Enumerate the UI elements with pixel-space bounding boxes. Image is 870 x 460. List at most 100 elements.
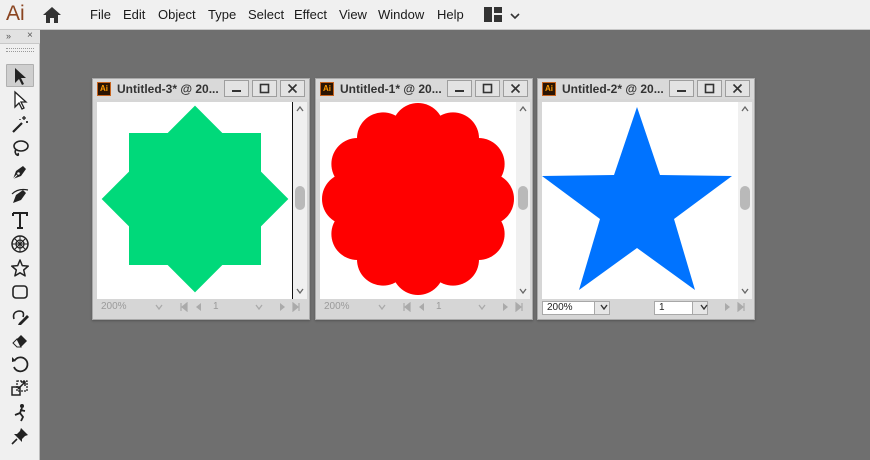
scalloped-circle-shape[interactable] — [320, 102, 516, 299]
menu-type[interactable]: Type — [208, 7, 236, 22]
shaper-tool[interactable] — [6, 304, 34, 327]
direct-selection-arrow-icon — [14, 90, 28, 110]
selection-arrow-icon — [15, 67, 26, 85]
rectangle-tool[interactable] — [6, 280, 34, 303]
shaper-pencil-icon — [12, 309, 29, 325]
selection-tool[interactable] — [6, 64, 34, 87]
window-titlebar[interactable]: Ai Untitled-3* @ 20... — [93, 79, 309, 99]
artboard-canvas[interactable] — [97, 102, 293, 299]
pin-tool[interactable] — [6, 424, 34, 447]
next-artboard-icon[interactable] — [277, 302, 287, 312]
document-window-untitled-1[interactable]: Ai Untitled-1* @ 20... 200% 1 — [315, 78, 533, 320]
chevron-down-icon[interactable] — [255, 304, 263, 310]
chevron-down-icon[interactable] — [600, 304, 608, 310]
polar-grid-tool[interactable] — [6, 232, 34, 255]
chevron-down-icon[interactable] — [478, 304, 486, 310]
ai-file-icon: Ai — [97, 82, 111, 96]
pin-icon — [11, 427, 28, 445]
maximize-button[interactable] — [697, 80, 722, 97]
panel-grip[interactable] — [6, 48, 34, 52]
star-tool[interactable] — [6, 256, 34, 279]
next-artboard-icon[interactable] — [500, 302, 510, 312]
ai-file-icon: Ai — [542, 82, 556, 96]
chevron-down-icon[interactable] — [700, 304, 708, 310]
magic-wand-tool[interactable] — [6, 112, 34, 135]
next-artboard-icon[interactable] — [722, 302, 732, 312]
scroll-down-icon[interactable] — [296, 288, 304, 294]
last-artboard-icon[interactable] — [291, 302, 301, 312]
minimize-icon — [232, 90, 241, 92]
maximize-button[interactable] — [252, 80, 277, 97]
previous-artboard-icon[interactable] — [194, 302, 204, 312]
menu-view[interactable]: View — [339, 7, 367, 22]
vertical-scrollbar[interactable] — [516, 102, 530, 299]
minimize-button[interactable] — [224, 80, 249, 97]
menu-edit[interactable]: Edit — [123, 7, 145, 22]
artboard-canvas[interactable] — [542, 102, 738, 299]
workspace-switcher-icon[interactable] — [484, 7, 502, 22]
scrollbar-thumb[interactable] — [518, 186, 528, 210]
close-button[interactable] — [725, 80, 750, 97]
document-window-untitled-3[interactable]: Ai Untitled-3* @ 20... 200% 1 — [92, 78, 310, 320]
previous-artboard-icon[interactable] — [417, 302, 427, 312]
chevron-down-icon[interactable] — [155, 304, 163, 310]
eight-point-star-shape[interactable] — [97, 102, 293, 299]
pen-tool[interactable] — [6, 160, 34, 183]
close-button[interactable] — [280, 80, 305, 97]
scroll-up-icon[interactable] — [296, 106, 304, 112]
curvature-tool[interactable] — [6, 184, 34, 207]
scroll-up-icon[interactable] — [741, 106, 749, 112]
eraser-tool[interactable] — [6, 328, 34, 351]
menu-help[interactable]: Help — [437, 7, 464, 22]
maximize-icon — [704, 83, 715, 94]
window-status-bar: 200% 1 — [542, 300, 752, 316]
close-icon — [510, 83, 521, 94]
close-button[interactable] — [503, 80, 528, 97]
star-icon — [10, 258, 30, 277]
window-titlebar[interactable]: Ai Untitled-1* @ 20... — [316, 79, 532, 99]
first-artboard-icon[interactable] — [179, 302, 189, 312]
lasso-tool[interactable] — [6, 136, 34, 159]
minimize-button[interactable] — [669, 80, 694, 97]
menu-file[interactable]: File — [90, 7, 111, 22]
rotate-icon — [12, 355, 29, 372]
menu-bar: Ai File Edit Object Type Select Effect V… — [0, 0, 870, 30]
vertical-scrollbar[interactable] — [293, 102, 307, 299]
collapse-icon[interactable]: » — [6, 31, 11, 41]
lasso-icon — [13, 139, 29, 156]
five-point-star-shape[interactable] — [542, 102, 738, 299]
close-icon[interactable]: × — [27, 30, 33, 41]
window-titlebar[interactable]: Ai Untitled-2* @ 20... — [538, 79, 754, 99]
maximize-icon — [259, 83, 270, 94]
scrollbar-thumb[interactable] — [295, 186, 305, 210]
chevron-down-icon[interactable] — [510, 9, 520, 20]
puppet-warp-tool[interactable] — [6, 400, 34, 423]
minimize-button[interactable] — [447, 80, 472, 97]
maximize-button[interactable] — [475, 80, 500, 97]
direct-selection-tool[interactable] — [6, 88, 34, 111]
scroll-down-icon[interactable] — [741, 288, 749, 294]
menu-window[interactable]: Window — [378, 7, 424, 22]
last-artboard-icon[interactable] — [736, 302, 746, 312]
scroll-up-icon[interactable] — [519, 106, 527, 112]
menu-effect[interactable]: Effect — [294, 7, 327, 22]
document-window-untitled-2[interactable]: Ai Untitled-2* @ 20... 200% 1 — [537, 78, 755, 320]
menu-object[interactable]: Object — [158, 7, 196, 22]
scrollbar-thumb[interactable] — [740, 186, 750, 210]
polar-grid-icon — [11, 234, 29, 253]
scale-tool[interactable] — [6, 376, 34, 399]
scroll-down-icon[interactable] — [519, 288, 527, 294]
home-icon[interactable] — [42, 6, 62, 24]
artboard-canvas[interactable] — [320, 102, 516, 299]
menu-select[interactable]: Select — [248, 7, 284, 22]
puppet-warp-icon — [14, 403, 26, 421]
window-status-bar: 200% 1 — [320, 300, 530, 316]
vertical-scrollbar[interactable] — [738, 102, 752, 299]
type-tool[interactable] — [6, 208, 34, 231]
rotate-tool[interactable] — [6, 352, 34, 375]
curvature-pen-icon — [11, 188, 29, 203]
magic-wand-icon — [12, 115, 28, 133]
chevron-down-icon[interactable] — [378, 304, 386, 310]
last-artboard-icon[interactable] — [514, 302, 524, 312]
first-artboard-icon[interactable] — [402, 302, 412, 312]
